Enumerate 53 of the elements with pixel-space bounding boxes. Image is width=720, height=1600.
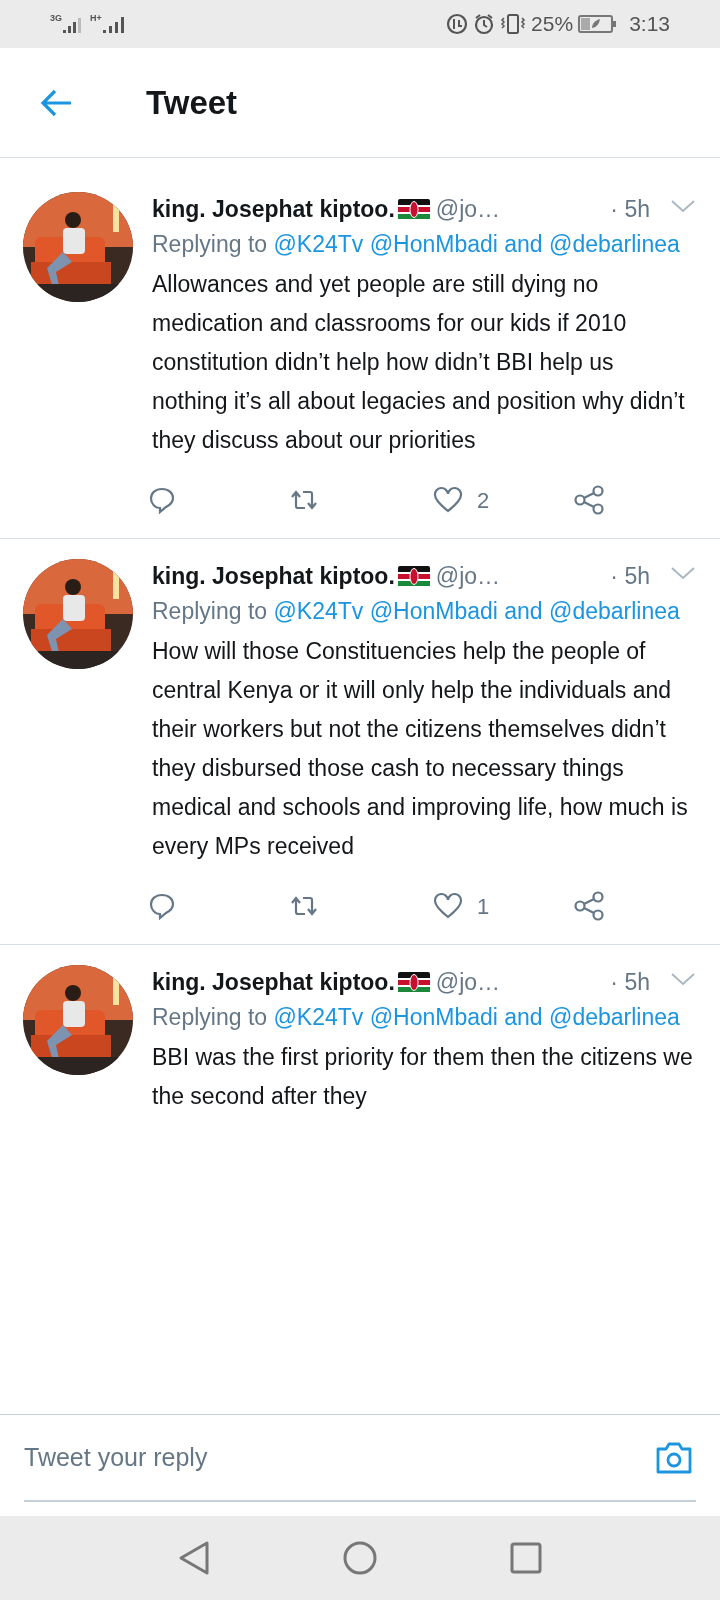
reply-context: Replying to @K24Tv @HonMbadi and @debarlinea bbox=[152, 230, 681, 259]
tweet-time: · 5h bbox=[610, 194, 650, 224]
mention-link[interactable]: @HonMbadi bbox=[369, 598, 498, 624]
mention-link[interactable]: @HonMbadi bbox=[369, 231, 498, 257]
flag-icon bbox=[397, 971, 430, 993]
data-saver-icon bbox=[446, 13, 469, 35]
signal-icon bbox=[101, 14, 126, 34]
tweet-text: BBI was the first priority for them then the citizens we the second after they bbox=[152, 1043, 694, 1111]
user-name: king. Josephat kiptoo. bbox=[152, 194, 395, 224]
reply-context: Replying to @K24Tv @HonMbadi and @debarlinea bbox=[152, 1003, 681, 1032]
user-handle: @jo… bbox=[435, 967, 501, 997]
like-button[interactable]: 2 bbox=[433, 478, 573, 522]
alarm-icon bbox=[473, 13, 496, 35]
circle-home-icon bbox=[342, 1540, 378, 1576]
tweet-text: Allowances and yet people are still dying no medication and classrooms for our kids if 2010 constitution didn’t help how didn’t BBI help us nothing it’s all about legacies and position why didn’t they discuss about our priorities bbox=[152, 270, 686, 455]
clock-time: 3:13 bbox=[629, 11, 670, 38]
vibrate-icon bbox=[500, 13, 527, 35]
chevron-down-icon[interactable] bbox=[670, 565, 696, 581]
flag-icon bbox=[397, 565, 430, 587]
reply-context: Replying to @K24Tv @HonMbadi and @debarlinea bbox=[152, 597, 681, 626]
tweet-time: · 5h bbox=[610, 967, 650, 997]
flag-icon bbox=[397, 198, 430, 220]
mention-link[interactable]: @K24Tv bbox=[273, 598, 364, 624]
user-handle: @jo… bbox=[435, 561, 501, 591]
share-icon bbox=[573, 891, 605, 921]
battery-icon bbox=[578, 14, 619, 34]
battery-percent: 25% bbox=[531, 11, 574, 38]
mention-link[interactable]: @debarlinea bbox=[549, 231, 680, 257]
back-arrow-icon bbox=[39, 87, 73, 118]
user-name: king. Josephat kiptoo. bbox=[152, 561, 395, 591]
mention-link[interactable]: @K24Tv bbox=[273, 1004, 364, 1030]
user-name: king. Josephat kiptoo. bbox=[152, 967, 395, 997]
mention-link[interactable]: @K24Tv bbox=[273, 231, 364, 257]
network-label: 3G bbox=[50, 14, 62, 23]
share-icon bbox=[573, 485, 605, 515]
chevron-down-icon[interactable] bbox=[670, 971, 696, 987]
page-title: Tweet bbox=[146, 82, 238, 123]
mention-link[interactable]: @debarlinea bbox=[549, 598, 680, 624]
triangle-back-icon bbox=[177, 1540, 211, 1576]
tweet-time: · 5h bbox=[610, 561, 650, 591]
chevron-down-icon[interactable] bbox=[670, 198, 696, 214]
network-label: H+ bbox=[90, 14, 102, 23]
tweet-text: How will those Constituencies help the people of central Kenya or it will only help the individuals and their workers but not the citizens themselves didn’t they disbursed those cash to necessary things medical and schools and improving life, how much is every MPs received bbox=[152, 637, 689, 861]
mention-link[interactable]: @debarlinea bbox=[549, 1004, 680, 1030]
like-button[interactable]: 1 bbox=[433, 884, 573, 928]
speech-bubble-icon bbox=[148, 486, 176, 514]
user-handle: @jo… bbox=[435, 194, 501, 224]
speech-bubble-icon bbox=[148, 892, 176, 920]
reply-field[interactable]: Tweet your reply bbox=[24, 1427, 652, 1488]
mention-link[interactable]: @HonMbadi bbox=[369, 1004, 498, 1030]
heart-icon bbox=[433, 892, 463, 920]
heart-icon bbox=[433, 486, 463, 514]
square-recents-icon bbox=[510, 1542, 542, 1574]
